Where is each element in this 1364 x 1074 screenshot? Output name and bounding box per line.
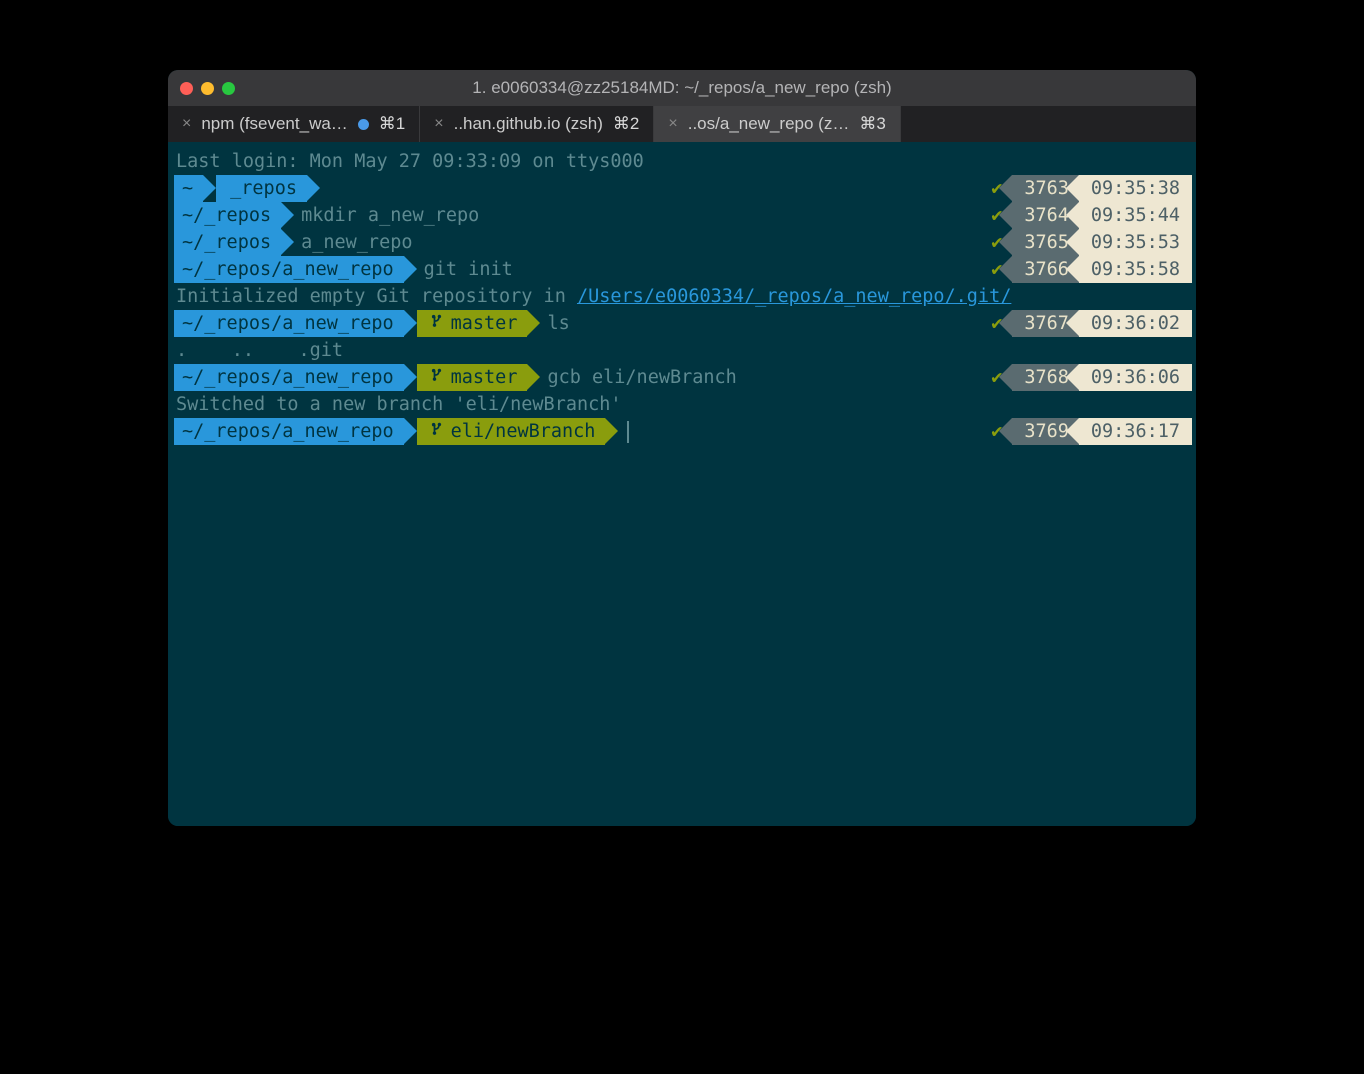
git-branch-icon — [431, 364, 445, 391]
right-status: ✔ 3763 09:35:38 — [979, 175, 1194, 202]
path-segment: ~/_repos/a_new_repo — [174, 418, 404, 445]
path-segment: ~/_repos/a_new_repo — [174, 310, 404, 337]
tab-label: npm (fsevent_wa… — [201, 114, 347, 134]
tab-1[interactable]: × npm (fsevent_wa… ⌘1 — [168, 106, 420, 142]
activity-dot-icon — [358, 119, 369, 130]
prompt-line: ~/_repos mkdir a_new_repo ✔ 3764 09:35:4… — [170, 202, 1194, 229]
path-segment: ~/_repos — [174, 229, 281, 256]
timestamp: 09:35:53 — [1079, 229, 1192, 256]
tab-label: ..os/a_new_repo (z… — [688, 114, 850, 134]
timestamp: 09:36:17 — [1079, 418, 1192, 445]
right-status: ✔ 3769 09:36:17 — [979, 418, 1194, 445]
tab-label: ..han.github.io (zsh) — [454, 114, 603, 134]
traffic-lights — [180, 82, 235, 95]
terminal-body[interactable]: Last login: Mon May 27 09:33:09 on ttys0… — [168, 142, 1196, 826]
command-text: git init — [424, 256, 513, 283]
close-window-button[interactable] — [180, 82, 193, 95]
tab-bar: × npm (fsevent_wa… ⌘1 × ..han.github.io … — [168, 106, 1196, 142]
close-icon[interactable]: × — [668, 116, 677, 132]
timestamp: 09:35:58 — [1079, 256, 1192, 283]
titlebar[interactable]: 1. e0060334@zz25184MD: ~/_repos/a_new_re… — [168, 70, 1196, 106]
tab-shortcut: ⌘1 — [379, 114, 405, 134]
timestamp: 09:36:02 — [1079, 310, 1192, 337]
right-status: ✔ 3765 09:35:53 — [979, 229, 1194, 256]
close-icon[interactable]: × — [182, 116, 191, 132]
path-segment: _repos — [216, 175, 307, 202]
maximize-window-button[interactable] — [222, 82, 235, 95]
path-segment: ~ — [174, 175, 203, 202]
prompt-line: ~/_repos/a_new_repo eli/newBranch ✔ 3769… — [170, 418, 1194, 445]
command-text: ls — [547, 310, 569, 337]
branch-segment: master — [417, 310, 528, 337]
tab-2[interactable]: × ..han.github.io (zsh) ⌘2 — [420, 106, 654, 142]
prompt-line: ~/_repos/a_new_repo git init ✔ 3766 09:3… — [170, 256, 1194, 283]
output-line: Initialized empty Git repository in /Use… — [170, 283, 1194, 310]
repo-path-link[interactable]: /Users/e0060334/_repos/a_new_repo/.git/ — [577, 283, 1011, 310]
path-segment: ~/_repos/a_new_repo — [174, 256, 404, 283]
command-text: mkdir a_new_repo — [301, 202, 479, 229]
output-line: Switched to a new branch 'eli/newBranch' — [170, 391, 1194, 418]
prompt-line: ~/_repos/a_new_repo master gcb eli/newBr… — [170, 364, 1194, 391]
command-text: a_new_repo — [301, 229, 412, 256]
tab-shortcut: ⌘2 — [613, 114, 639, 134]
minimize-window-button[interactable] — [201, 82, 214, 95]
right-status: ✔ 3768 09:36:06 — [979, 364, 1194, 391]
prompt-line: ~ _repos ✔ 3763 09:35:38 — [170, 175, 1194, 202]
right-status: ✔ 3764 09:35:44 — [979, 202, 1194, 229]
output-text: Initialized empty Git repository in — [176, 283, 577, 310]
timestamp: 09:36:06 — [1079, 364, 1192, 391]
branch-segment: eli/newBranch — [417, 418, 606, 445]
right-status: ✔ 3767 09:36:02 — [979, 310, 1194, 337]
git-branch-icon — [431, 418, 445, 445]
branch-segment: master — [417, 364, 528, 391]
cursor-icon — [627, 421, 629, 443]
right-status: ✔ 3766 09:35:58 — [979, 256, 1194, 283]
cursor-position[interactable] — [625, 418, 629, 445]
close-icon[interactable]: × — [434, 116, 443, 132]
terminal-window: 1. e0060334@zz25184MD: ~/_repos/a_new_re… — [168, 70, 1196, 826]
last-login-line: Last login: Mon May 27 09:33:09 on ttys0… — [170, 148, 1194, 175]
window-title: 1. e0060334@zz25184MD: ~/_repos/a_new_re… — [472, 78, 891, 98]
command-text: gcb eli/newBranch — [547, 364, 736, 391]
tab-shortcut: ⌘3 — [859, 114, 885, 134]
tab-3[interactable]: × ..os/a_new_repo (z… ⌘3 — [654, 106, 900, 142]
path-segment: ~/_repos — [174, 202, 281, 229]
path-segment: ~/_repos/a_new_repo — [174, 364, 404, 391]
git-branch-icon — [431, 310, 445, 337]
timestamp: 09:35:44 — [1079, 202, 1192, 229]
timestamp: 09:35:38 — [1079, 175, 1192, 202]
prompt-line: ~/_repos a_new_repo ✔ 3765 09:35:53 — [170, 229, 1194, 256]
prompt-line: ~/_repos/a_new_repo master ls ✔ 3767 09:… — [170, 310, 1194, 337]
output-line: . .. .git — [170, 337, 1194, 364]
